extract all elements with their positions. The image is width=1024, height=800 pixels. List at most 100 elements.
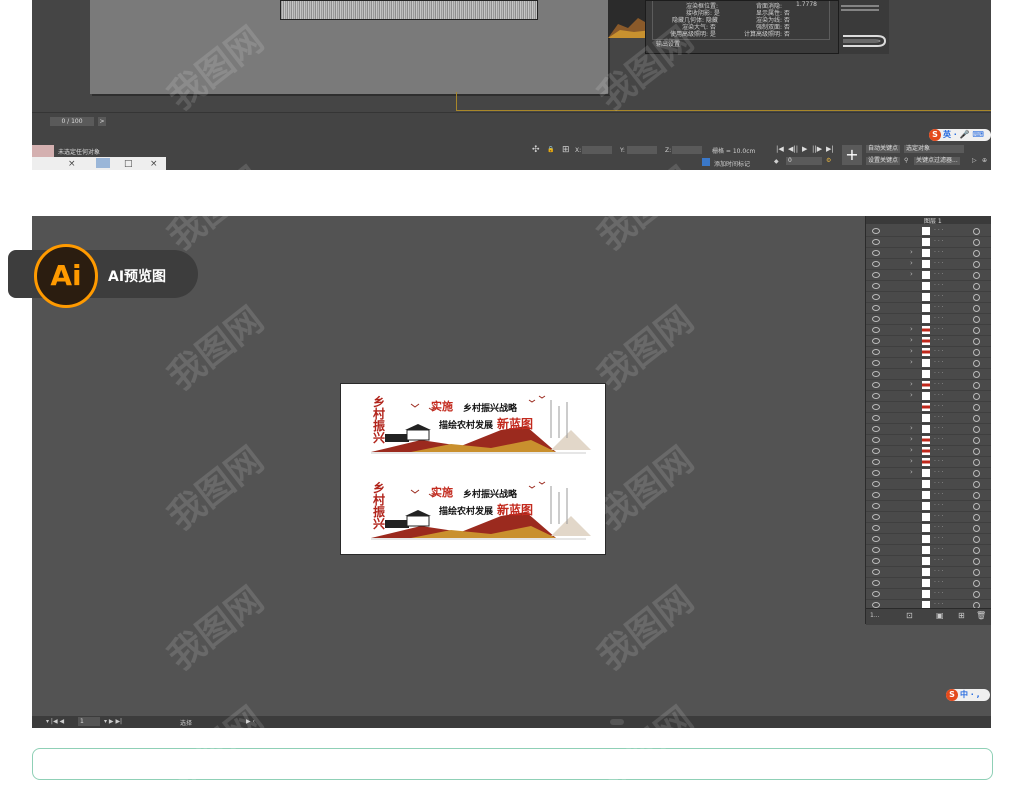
layer-header[interactable]: 图层 1 bbox=[866, 216, 991, 225]
eye-icon[interactable] bbox=[872, 426, 880, 432]
target-circle-icon[interactable] bbox=[973, 393, 980, 400]
target-circle-icon[interactable] bbox=[973, 305, 980, 312]
target-circle-icon[interactable] bbox=[973, 261, 980, 268]
eye-icon[interactable] bbox=[872, 349, 880, 355]
target-circle-icon[interactable] bbox=[973, 250, 980, 257]
layer-row[interactable]: · · · bbox=[866, 402, 991, 413]
eye-icon[interactable] bbox=[872, 393, 880, 399]
coord-y-field[interactable] bbox=[627, 146, 657, 154]
expand-arrow-icon[interactable]: › bbox=[910, 358, 913, 367]
eye-icon[interactable] bbox=[872, 327, 880, 333]
layer-row[interactable]: · · · bbox=[866, 281, 991, 292]
eye-icon[interactable] bbox=[872, 382, 880, 388]
layer-row[interactable]: · · · bbox=[866, 556, 991, 567]
expand-arrow-icon[interactable]: › bbox=[910, 391, 913, 400]
walk-through-icon[interactable]: ▷ bbox=[972, 157, 977, 164]
expand-arrow-icon[interactable]: › bbox=[910, 435, 913, 444]
eye-icon[interactable] bbox=[872, 536, 880, 542]
eye-icon[interactable] bbox=[872, 305, 880, 311]
layer-row[interactable]: · · · bbox=[866, 578, 991, 589]
expand-arrow-icon[interactable]: › bbox=[910, 259, 913, 268]
target-circle-icon[interactable] bbox=[973, 481, 980, 488]
ime-toolbar-bottom[interactable]: S中 · , bbox=[946, 689, 990, 701]
orbit-icon[interactable]: ⊕ bbox=[982, 157, 987, 164]
close-tab-icon[interactable]: × bbox=[68, 158, 76, 170]
eye-icon[interactable] bbox=[872, 525, 880, 531]
layer-row[interactable]: › · · · bbox=[866, 248, 991, 259]
expand-arrow-icon[interactable]: › bbox=[910, 347, 913, 356]
eye-icon[interactable] bbox=[872, 437, 880, 443]
perspective-viewport[interactable] bbox=[90, 0, 608, 94]
prev-frame-icon[interactable]: ◀|| bbox=[788, 145, 798, 153]
layer-row[interactable]: › · · · bbox=[866, 347, 991, 358]
key-filters-button[interactable]: 关键点过滤器... bbox=[914, 157, 960, 165]
layer-row[interactable]: › · · · bbox=[866, 380, 991, 391]
target-circle-icon[interactable] bbox=[973, 492, 980, 499]
time-slider-next-icon[interactable]: > bbox=[98, 117, 106, 126]
layer-row[interactable]: › · · · bbox=[866, 435, 991, 446]
artboard-number-field[interactable]: 1 bbox=[78, 717, 100, 726]
eye-icon[interactable] bbox=[872, 404, 880, 410]
expand-arrow-icon[interactable]: › bbox=[910, 424, 913, 433]
target-circle-icon[interactable] bbox=[973, 316, 980, 323]
close-window-icon[interactable]: × bbox=[150, 158, 158, 170]
key-mode-icon[interactable]: ◆ bbox=[774, 158, 779, 165]
add-key-icon[interactable]: + bbox=[842, 145, 862, 165]
set-key-button[interactable]: 设置关键点 bbox=[866, 157, 901, 165]
coord-x-field[interactable] bbox=[582, 146, 612, 154]
target-circle-icon[interactable] bbox=[973, 239, 980, 246]
delete-layer-icon[interactable]: 🗑 bbox=[976, 611, 986, 620]
eye-icon[interactable] bbox=[872, 228, 880, 234]
layer-row[interactable]: › · · · bbox=[866, 259, 991, 270]
target-circle-icon[interactable] bbox=[973, 415, 980, 422]
layer-row[interactable]: · · · bbox=[866, 523, 991, 534]
target-circle-icon[interactable] bbox=[973, 503, 980, 510]
target-circle-icon[interactable] bbox=[973, 437, 980, 444]
layer-row[interactable]: › · · · bbox=[866, 457, 991, 468]
eye-icon[interactable] bbox=[872, 294, 880, 300]
time-slider-counter[interactable]: 0 / 100 bbox=[50, 117, 94, 126]
artboard[interactable]: 乡村振兴 实施 乡村振兴战略 描绘农村发展 新蓝图 乡村振兴 实施 乡村振兴战略… bbox=[340, 383, 606, 555]
layer-row[interactable]: · · · bbox=[866, 589, 991, 600]
eye-icon[interactable] bbox=[872, 470, 880, 476]
target-circle-icon[interactable] bbox=[973, 569, 980, 576]
locate-object-icon[interactable]: ⊡ bbox=[906, 611, 913, 620]
eye-icon[interactable] bbox=[872, 569, 880, 575]
go-to-start-icon[interactable]: |◀ bbox=[776, 145, 784, 153]
next-frame-icon[interactable]: ||▶ bbox=[812, 145, 822, 153]
eye-icon[interactable] bbox=[872, 514, 880, 520]
layer-row[interactable]: › · · · bbox=[866, 358, 991, 369]
status-arrow-icon[interactable]: ▶ ‹ bbox=[246, 718, 255, 725]
target-circle-icon[interactable] bbox=[973, 228, 980, 235]
new-layer-icon[interactable]: ⊞ bbox=[958, 611, 965, 620]
time-config-icon[interactable]: ⚙ bbox=[826, 157, 831, 164]
target-circle-icon[interactable] bbox=[973, 547, 980, 554]
target-circle-icon[interactable] bbox=[973, 558, 980, 565]
layer-row[interactable]: › · · · bbox=[866, 446, 991, 457]
auto-key-button[interactable]: 自动关键点 bbox=[866, 145, 901, 153]
eye-icon[interactable] bbox=[872, 503, 880, 509]
time-tag-icon[interactable] bbox=[702, 158, 710, 166]
layer-row[interactable]: · · · bbox=[866, 314, 991, 325]
target-circle-icon[interactable] bbox=[973, 338, 980, 345]
layer-row[interactable]: › · · · bbox=[866, 391, 991, 402]
coord-z-field[interactable] bbox=[672, 146, 702, 154]
selection-set-dropdown[interactable]: 选定对象 bbox=[904, 145, 964, 153]
absolute-mode-icon[interactable]: ⊞ bbox=[562, 145, 570, 155]
eye-icon[interactable] bbox=[872, 283, 880, 289]
target-circle-icon[interactable] bbox=[973, 382, 980, 389]
side-viewport[interactable] bbox=[839, 0, 889, 54]
target-circle-icon[interactable] bbox=[973, 426, 980, 433]
eye-icon[interactable] bbox=[872, 591, 880, 597]
expand-arrow-icon[interactable]: › bbox=[910, 270, 913, 279]
layer-row[interactable]: · · · bbox=[866, 237, 991, 248]
layer-row[interactable]: · · · bbox=[866, 303, 991, 314]
eye-icon[interactable] bbox=[872, 492, 880, 498]
layer-row[interactable]: · · · bbox=[866, 501, 991, 512]
lock-icon[interactable]: 🔒 bbox=[547, 146, 554, 153]
target-circle-icon[interactable] bbox=[973, 349, 980, 356]
eye-icon[interactable] bbox=[872, 250, 880, 256]
horizontal-scroll-thumb[interactable] bbox=[610, 719, 624, 725]
expand-arrow-icon[interactable]: › bbox=[910, 325, 913, 334]
eye-icon[interactable] bbox=[872, 459, 880, 465]
